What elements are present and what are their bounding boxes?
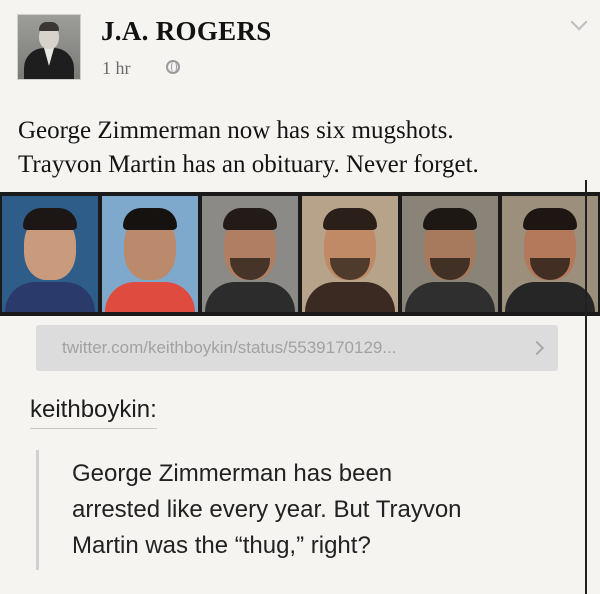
blockquote: George Zimmerman has been arrested like …	[36, 450, 579, 570]
mugshot-torso	[305, 282, 395, 312]
divider	[585, 180, 587, 594]
quote-line: arrested like every year. But Trayvon	[72, 496, 462, 523]
mugshot-photo[interactable]	[502, 196, 598, 312]
post-timestamp[interactable]: 1 hr	[102, 58, 131, 79]
post-text: George Zimmerman now has six mugshots. T…	[18, 114, 588, 182]
mugshot-strip[interactable]	[0, 192, 600, 316]
chevron-right-icon[interactable]	[529, 340, 545, 356]
mugshot-hair	[223, 208, 277, 230]
avatar-hair	[39, 22, 59, 31]
mugshot-photo[interactable]	[102, 196, 198, 312]
link-url[interactable]: twitter.com/keithboykin/status/553917012…	[62, 338, 397, 358]
avatar[interactable]	[17, 14, 81, 80]
mugshot-hair	[323, 208, 377, 230]
mugshot-hair	[423, 208, 477, 230]
mugshot-torso	[505, 282, 595, 312]
quote-line: George Zimmerman has been	[72, 460, 393, 487]
mugshot-photo[interactable]	[202, 196, 298, 312]
mugshot-hair	[123, 208, 177, 230]
globe-icon	[166, 60, 180, 74]
quote-line: Martin was the “thug,” right?	[72, 532, 371, 559]
mugshot-torso	[205, 282, 295, 312]
post-text-line: George Zimmerman now has six mugshots.	[18, 117, 454, 144]
mugshot-torso	[5, 282, 95, 312]
facebook-post: J.A. ROGERS 1 hr George Zimmerman now ha…	[0, 0, 600, 594]
mugshot-hair	[523, 208, 577, 230]
mugshot-photo[interactable]	[302, 196, 398, 312]
mugshot-hair	[23, 208, 77, 230]
mugshot-photo[interactable]	[402, 196, 498, 312]
quote-text: George Zimmerman has been arrested like …	[72, 456, 577, 564]
chevron-down-icon[interactable]	[570, 13, 588, 31]
mugshot-torso	[105, 282, 195, 312]
quote-username[interactable]: keithboykin:	[30, 396, 157, 429]
mugshot-torso	[405, 282, 495, 312]
mugshot-photo[interactable]	[2, 196, 98, 312]
post-text-line: Trayvon Martin has an obituary. Never fo…	[18, 151, 479, 178]
link-preview-bar[interactable]: twitter.com/keithboykin/status/553917012…	[36, 325, 558, 371]
author-name[interactable]: J.A. ROGERS	[101, 16, 272, 47]
